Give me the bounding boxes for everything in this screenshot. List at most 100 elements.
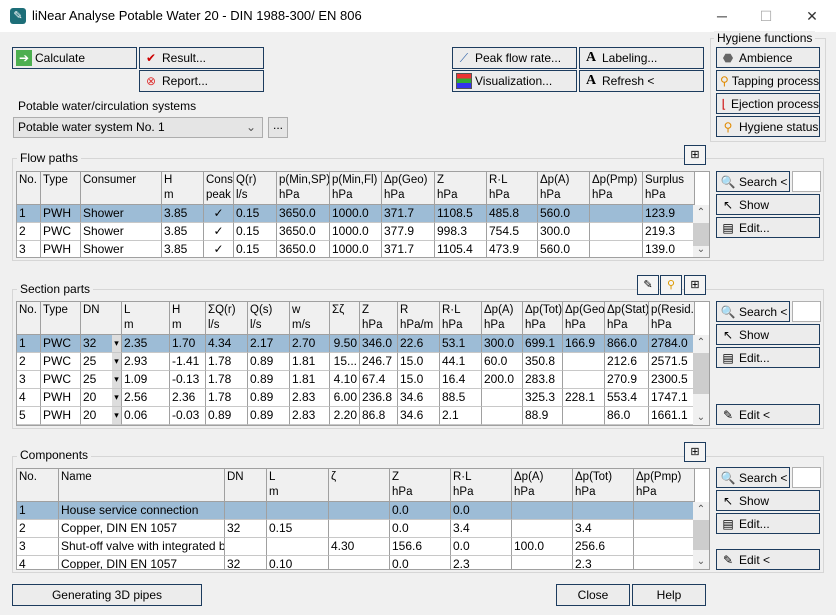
column-header[interactable]: Δp(Geo) hPa [563,302,605,335]
maximize-button[interactable]: ☐ [746,4,786,28]
tapping-process-button[interactable]: ⚲ Tapping process [716,70,820,91]
column-header[interactable]: w m/s [290,302,330,335]
column-header[interactable]: L m [267,469,329,502]
column-header[interactable]: Δp(Pmp) hPa [634,469,695,502]
column-header[interactable]: DN [81,302,122,335]
dropdown-arrow-icon[interactable]: ▾ [112,407,121,424]
close-button[interactable]: Close [556,584,630,606]
column-header[interactable]: Δp(Tot) hPa [573,469,634,502]
column-header[interactable]: ζ [329,469,390,502]
table-cell[interactable]: 998.3 [435,223,487,241]
column-header[interactable]: H m [162,172,204,205]
table-cell[interactable]: 86.0 [605,407,649,425]
table-cell[interactable]: 754.5 [487,223,538,241]
table-cell[interactable] [634,502,695,520]
table-cell[interactable] [573,502,634,520]
column-header[interactable]: Type [41,302,81,335]
table-cell[interactable] [590,223,643,241]
table-cell[interactable]: 1.81 [290,353,330,371]
table-row[interactable]: 3 Shut-off valve with integrated ba... 4.3… [17,538,695,556]
ejection-process-button[interactable]: ⌊ Ejection process [716,93,820,114]
systems-more-button[interactable]: ... [268,117,288,138]
table-cell[interactable]: 2300.5 [649,371,695,389]
search-input[interactable] [792,301,821,322]
table-row[interactable]: 1 House service connection 0.0 0.0 [17,502,695,520]
table-cell[interactable]: 2.3 [451,556,512,569]
table-cell[interactable] [482,407,523,425]
table-cell[interactable]: PWC [41,335,81,353]
table-cell[interactable]: -1.41 [170,353,206,371]
visualization-button[interactable]: Visualization... [452,70,577,92]
table-cell[interactable]: 350.8 [523,353,563,371]
table-cell[interactable]: 699.1 [523,335,563,353]
table-cell[interactable]: 88.5 [440,389,482,407]
table-cell[interactable]: 2.17 [248,335,290,353]
table-row[interactable]: 1 PWH Shower 3.85 ✓ 0.15 3650.0 1000.0 371.7 1108… [17,205,695,223]
table-cell[interactable] [225,502,267,520]
table-cell[interactable]: 0.89 [248,353,290,371]
table-cell[interactable]: 3650.0 [277,223,330,241]
scroll-up-icon[interactable]: ⌃ [693,337,709,348]
edit-button-2[interactable]: ▤ Edit... [716,513,820,534]
table-cell[interactable]: 16.4 [440,371,482,389]
table-row[interactable]: 4 Copper, DIN EN 1057 32 0.10 0.0 2.3 2.3 [17,556,695,569]
result-button[interactable]: ✔ Result... [139,47,264,69]
table-cell[interactable]: PWH [41,205,81,223]
table-cell[interactable]: 86.8 [360,407,398,425]
column-header[interactable]: No. [17,302,41,335]
table-cell[interactable]: 1.78 [206,353,248,371]
table-cell[interactable] [267,538,329,556]
search-button-1[interactable]: 🔍 Search < [716,301,790,322]
table-cell[interactable]: -0.03 [170,407,206,425]
hygiene-status-button[interactable]: ⚲ Hygiene status [716,116,820,137]
edit-pen-icon[interactable]: ✎ [637,275,659,295]
table-cell[interactable]: 6.00 [330,389,360,407]
table-cell[interactable]: 20 ▾ [81,407,122,425]
components-grid[interactable]: No. Name DN L mζZ hPa R·L hPa Δp(A) hPa Δp(Tot… [16,468,710,570]
table-cell[interactable] [512,502,573,520]
column-header[interactable]: R hPa/m [398,302,440,335]
table-cell[interactable]: 2.3 [573,556,634,569]
table-row[interactable]: 5 PWH 20 ▾ 0.06 -0.03 0.89 0.89 2.83 2.20 86.8 34.6… [17,407,695,425]
table-cell[interactable]: 0.0 [390,502,451,520]
table-cell[interactable]: 0.0 [451,502,512,520]
table-cell[interactable]: 1000.0 [330,205,382,223]
scroll-up-icon[interactable]: ⌃ [693,207,709,218]
column-header[interactable]: R·L hPa [440,302,482,335]
peak-flow-button[interactable]: ⟋ Peak flow rate... [452,47,577,69]
column-header[interactable]: Δp(Stat) hPa [605,302,649,335]
column-header[interactable]: R·L hPa [451,469,512,502]
scroll-thumb[interactable] [693,520,709,551]
column-header[interactable]: Name [59,469,225,502]
table-cell[interactable]: PWC [41,223,81,241]
scroll-down-icon[interactable]: ⌄ [693,412,709,423]
table-cell[interactable]: -0.13 [170,371,206,389]
add-window-icon[interactable]: ⊞ [684,145,706,165]
generate-3d-pipes-button[interactable]: Generating 3D pipes [12,584,202,606]
table-cell[interactable]: 325.3 [523,389,563,407]
show-button-2[interactable]: ↖ Show [716,490,820,511]
table-cell[interactable]: 371.7 [382,205,435,223]
table-cell[interactable]: 0.15 [234,241,277,257]
table-cell[interactable]: 139.0 [643,241,695,257]
table-cell[interactable]: 32 [225,556,267,569]
table-cell[interactable]: 2 [17,353,41,371]
table-cell[interactable]: 1000.0 [330,223,382,241]
column-header[interactable]: No. [17,469,59,502]
table-cell[interactable] [634,520,695,538]
table-cell[interactable]: ✓ [204,205,234,223]
labeling-button[interactable]: A Labeling... [579,47,704,69]
table-cell[interactable]: 0.15 [234,205,277,223]
table-cell[interactable]: 0.89 [248,371,290,389]
table-cell[interactable]: 3.85 [162,223,204,241]
table-cell[interactable]: 15.0 [398,353,440,371]
column-header[interactable]: Consi peak [204,172,234,205]
table-cell[interactable]: 2.36 [170,389,206,407]
table-cell[interactable]: 3 [17,241,41,257]
search-input[interactable] [792,171,821,192]
show-button-0[interactable]: ↖ Show [716,194,820,215]
edit-lt-button-2[interactable]: ✎ Edit < [716,549,820,570]
edit-button-1[interactable]: ▤ Edit... [716,347,820,368]
table-cell[interactable]: 4 [17,389,41,407]
table-cell[interactable]: 88.9 [523,407,563,425]
